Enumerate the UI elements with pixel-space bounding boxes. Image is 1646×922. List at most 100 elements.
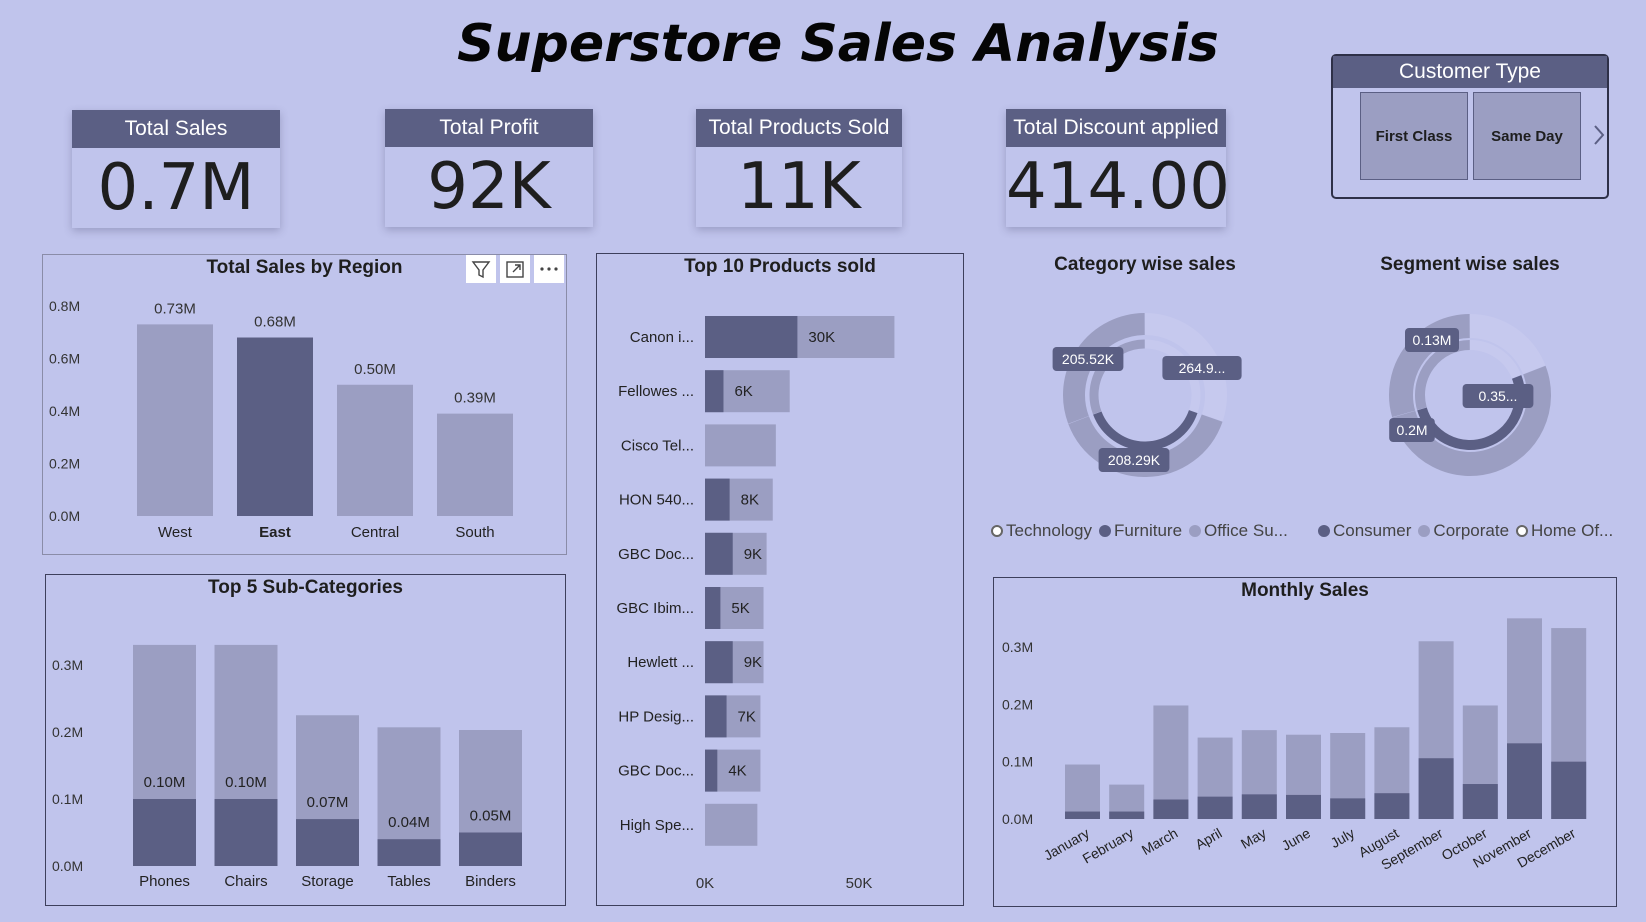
y-tick-label: 0.4M	[49, 403, 80, 419]
region-chart-panel[interactable]: Total Sales by Region 0.0M 0.2M 0.4M 0.6M 0.…	[42, 254, 567, 555]
bar-segment-binders	[459, 832, 522, 866]
x-tick-label: West	[158, 524, 193, 541]
y-tick-label: 0.0M	[1002, 811, 1033, 827]
bar-segment-april	[1197, 796, 1233, 819]
legend-item-home-of[interactable]: Home Of...	[1516, 521, 1613, 540]
slice-office-su	[1063, 313, 1146, 424]
legend-label: Home Of...	[1531, 521, 1614, 540]
category-donut-chart: 205.52K 264.9... 208.29K	[1052, 313, 1242, 477]
bar-total-january	[1065, 764, 1100, 819]
products-chart-panel: Top 10 Products sold Canon i... 30K Fellow…	[596, 253, 964, 906]
bar-segment-phones	[133, 799, 196, 866]
legend-item-consumer[interactable]: Consumer	[1318, 521, 1411, 540]
data-label: 0.2M	[1396, 422, 1427, 438]
data-label: 205.52K	[1062, 351, 1115, 367]
category-chart-panel: Category wise sales 205.52K 264.9... 208.2…	[990, 250, 1300, 550]
data-label: 0.10M	[225, 774, 267, 791]
y-tick-label: HP Desig...	[618, 708, 694, 725]
legend-label: Corporate	[1433, 521, 1510, 540]
kpi-total-profit: Total Profit 92K	[385, 109, 593, 227]
bar-segment-tables	[377, 839, 441, 866]
kpi-total-sales: Total Sales 0.7M	[72, 110, 280, 228]
legend-marker	[1516, 525, 1529, 537]
legend-marker	[1099, 525, 1112, 537]
focus-mode-icon[interactable]	[500, 255, 530, 283]
bar-segment-november	[1507, 743, 1542, 819]
kpi-value: 92K	[427, 150, 551, 224]
x-tick-label: Tables	[387, 873, 430, 890]
bar-segment-september	[1418, 758, 1454, 819]
data-label: 0.13M	[1413, 332, 1452, 348]
legend-marker	[1318, 525, 1330, 537]
y-tick-label: Cisco Tel...	[621, 437, 694, 454]
x-tick-label: April	[1192, 825, 1224, 853]
kpi-label: Total Products Sold	[696, 109, 902, 147]
data-label: 0.04M	[388, 814, 430, 831]
x-tick-label: February	[1080, 825, 1137, 867]
legend-label: Technology	[1006, 521, 1093, 540]
bar-canon-i-segment	[705, 316, 798, 358]
slicer-option-same-day[interactable]: Same Day	[1473, 92, 1581, 180]
filter-icon[interactable]	[466, 255, 496, 283]
x-tick-label: Phones	[139, 873, 190, 890]
kpi-total-products-sold: Total Products Sold 11K	[696, 109, 902, 227]
data-label: 0.35...	[1479, 388, 1518, 404]
data-label: 6K	[734, 383, 752, 400]
y-tick-label: GBC Doc...	[618, 546, 694, 563]
data-label: 264.9...	[1179, 360, 1226, 376]
kpi-label: Total Profit	[385, 109, 593, 147]
data-label: 4K	[728, 763, 746, 780]
y-tick-label: 0.8M	[49, 298, 80, 314]
y-tick-label: 0.0M	[52, 858, 83, 874]
bar-segment-february	[1109, 811, 1145, 819]
legend-item-furniture[interactable]: Furniture	[1099, 521, 1182, 540]
monthly-chart: 0.0M0.1M0.2M0.3MJanuaryFebruary March Apri…	[1002, 618, 1587, 873]
legend-marker	[1189, 525, 1202, 537]
bar-segment-chairs	[214, 799, 278, 866]
bar-hon-540-segment	[705, 478, 730, 521]
y-tick-label: HON 540...	[619, 492, 694, 509]
y-tick-label: GBC Ibim...	[616, 600, 694, 617]
x-tick-label: Binders	[465, 873, 516, 890]
data-label: 0.07M	[307, 794, 349, 811]
data-label: 9K	[744, 546, 762, 563]
y-tick-label: 0.2M	[52, 724, 83, 740]
segment-chart-panel: Segment wise sales 0.13M 0.35... 0.2M	[1315, 250, 1625, 550]
x-tick-label: Central	[351, 524, 399, 541]
data-label: 9K	[744, 654, 762, 671]
y-tick-label: 0.3M	[52, 657, 83, 673]
y-tick-label: Fellowes ...	[618, 383, 694, 400]
more-options-icon[interactable]	[534, 255, 564, 283]
kpi-label: Total Discount applied	[1006, 109, 1226, 147]
subcategories-chart: 0.0M 0.1M 0.2M 0.3M 0.10M Phones 0.10M Chairs 0.…	[52, 644, 522, 890]
legend-item-technology[interactable]: Technology	[991, 521, 1092, 540]
data-label: 0.50M	[354, 361, 396, 378]
kpi-value: 414.00	[1006, 150, 1230, 224]
data-label: 0.73M	[154, 300, 196, 317]
y-tick-label: GBC Doc...	[618, 763, 694, 780]
bar-segment-july	[1330, 798, 1366, 819]
data-label: 0.10M	[144, 774, 186, 791]
segment-donut-chart: 0.13M 0.35... 0.2M	[1389, 314, 1551, 476]
bar-fellowes-segment	[705, 370, 724, 413]
legend-marker	[1418, 525, 1431, 537]
x-tick-label: 0K	[696, 875, 714, 892]
legend-item-office-su[interactable]: Office Su...	[1189, 521, 1288, 540]
bar-hewlett-segment	[705, 641, 733, 684]
x-tick-label: June	[1279, 825, 1313, 854]
bar-segment-march	[1153, 799, 1189, 819]
bar-segment-december	[1551, 761, 1587, 819]
bar-cisco-tel-total	[705, 424, 776, 467]
bar-south	[437, 413, 513, 516]
kpi-value: 11K	[737, 150, 861, 224]
legend-item-corporate[interactable]: Corporate	[1418, 521, 1509, 540]
bar-east	[237, 337, 313, 516]
slice-furniture	[1093, 410, 1198, 451]
bar-segment-june	[1286, 794, 1321, 819]
data-label: 0.68M	[254, 314, 296, 331]
chevron-right-icon[interactable]	[1593, 124, 1605, 146]
x-tick-label: May	[1238, 825, 1269, 852]
slicer-option-first-class[interactable]: First Class	[1360, 92, 1468, 180]
legend-marker	[991, 525, 1003, 537]
bar-segment-january	[1065, 811, 1100, 819]
